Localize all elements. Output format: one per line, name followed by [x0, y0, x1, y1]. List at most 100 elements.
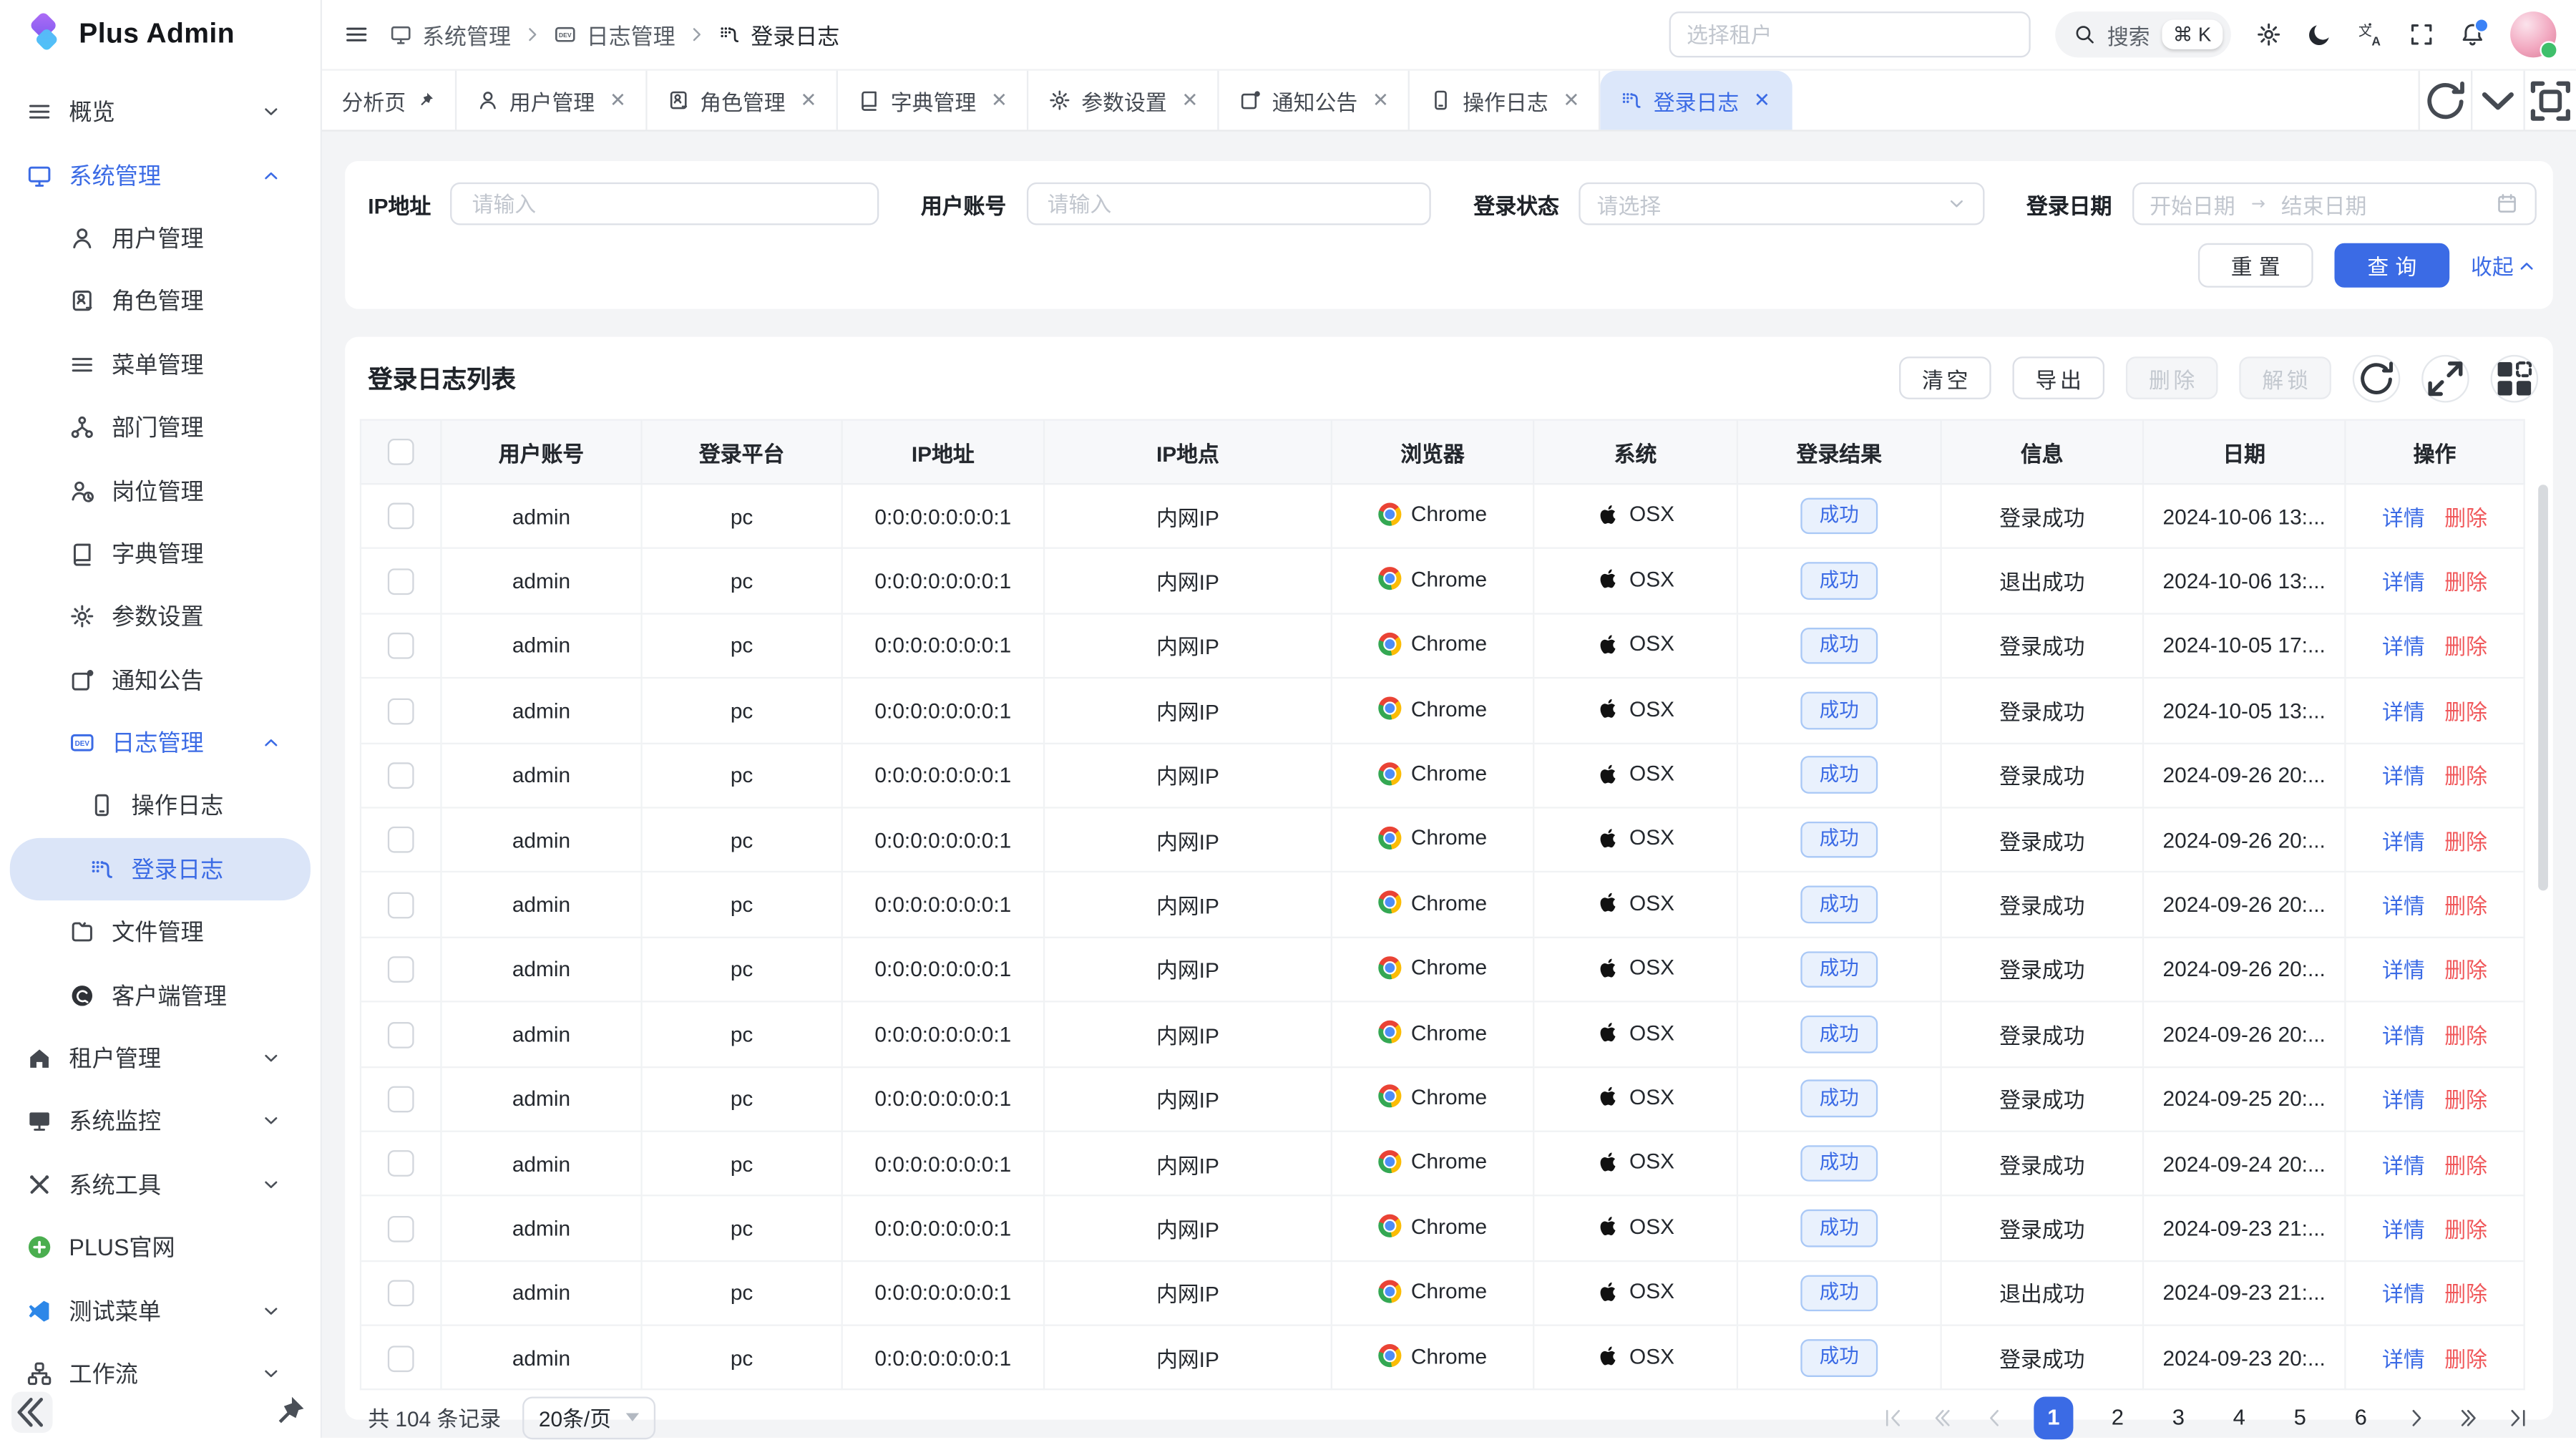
row-checkbox[interactable]	[388, 827, 414, 854]
breadcrumb-item-log[interactable]: DEV日志管理	[554, 18, 675, 51]
row-checkbox[interactable]	[388, 1086, 414, 1113]
page-6[interactable]: 6	[2344, 1406, 2377, 1430]
row-checkbox[interactable]	[388, 957, 414, 983]
row-checkbox[interactable]	[388, 1021, 414, 1048]
page-3[interactable]: 3	[2162, 1406, 2195, 1430]
detail-link[interactable]: 详情	[2382, 1023, 2425, 1048]
page-1[interactable]: 1	[2034, 1396, 2073, 1439]
select-all-checkbox[interactable]	[388, 439, 414, 466]
dark-mode-moon-icon[interactable]	[2306, 21, 2333, 48]
detail-link[interactable]: 详情	[2382, 1088, 2425, 1112]
close-icon[interactable]: ✕	[800, 89, 816, 112]
prev-5-pages-icon[interactable]	[1932, 1406, 1955, 1429]
page-4[interactable]: 4	[2223, 1406, 2255, 1430]
sidebar-item-log[interactable]: DEV日志管理	[10, 711, 311, 774]
sidebar-item-post[interactable]: 岗位管理	[10, 459, 311, 522]
row-checkbox[interactable]	[388, 633, 414, 659]
status-select[interactable]: 请选择	[1579, 183, 1984, 225]
sidebar-item-system[interactable]: 系统管理	[10, 144, 311, 207]
detail-link[interactable]: 详情	[2382, 570, 2425, 595]
tab-more-chevron-icon[interactable]	[2471, 71, 2523, 130]
ip-input[interactable]	[469, 190, 860, 218]
sidebar-item-param[interactable]: 参数设置	[10, 585, 311, 648]
sidebar-item-monitor[interactable]: 系统监控	[10, 1090, 311, 1153]
tab-user[interactable]: 用户管理✕	[457, 71, 648, 130]
account-input[interactable]	[1044, 190, 1413, 218]
global-search[interactable]: 搜索 ⌘ K	[2054, 11, 2230, 57]
export-button[interactable]: 导出	[2012, 356, 2104, 399]
fullscreen-icon[interactable]	[2409, 21, 2435, 48]
breadcrumb-item-system[interactable]: 系统管理	[389, 18, 511, 51]
tab-notice[interactable]: 通知公告✕	[1219, 71, 1410, 130]
sidebar-item-notice[interactable]: 通知公告	[10, 648, 311, 711]
row-checkbox[interactable]	[388, 892, 414, 918]
date-range-picker[interactable]: 开始日期 结束日期	[2132, 183, 2537, 225]
tab-role[interactable]: 角色管理✕	[648, 71, 839, 130]
avatar[interactable]	[2510, 11, 2556, 57]
delete-link[interactable]: 删除	[2444, 829, 2487, 854]
delete-link[interactable]: 删除	[2444, 700, 2487, 724]
page-2[interactable]: 2	[2101, 1406, 2134, 1430]
delete-link[interactable]: 删除	[2444, 1153, 2487, 1177]
tab-loginlog[interactable]: 登录日志✕	[1601, 71, 1792, 130]
detail-link[interactable]: 详情	[2382, 1217, 2425, 1242]
next-5-pages-icon[interactable]	[2456, 1406, 2479, 1429]
close-icon[interactable]: ✕	[1563, 89, 1579, 112]
sidebar-item-tools[interactable]: 系统工具	[10, 1153, 311, 1216]
row-checkbox[interactable]	[388, 1345, 414, 1371]
delete-link[interactable]: 删除	[2444, 958, 2487, 983]
table-scrollbar[interactable]	[2538, 485, 2548, 890]
close-icon[interactable]: ✕	[1181, 89, 1198, 112]
sidebar-item-tenant[interactable]: 租户管理	[10, 1027, 311, 1090]
close-icon[interactable]: ✕	[1754, 89, 1770, 112]
sidebar-item-dict[interactable]: 字典管理	[10, 522, 311, 585]
sidebar-item-website[interactable]: PLUS官网	[10, 1216, 311, 1279]
detail-link[interactable]: 详情	[2382, 764, 2425, 789]
table-refresh-icon[interactable]	[2353, 354, 2401, 402]
row-checkbox[interactable]	[388, 568, 414, 595]
last-page-icon[interactable]	[2507, 1406, 2530, 1429]
sidebar-item-user[interactable]: 用户管理	[10, 207, 311, 270]
row-checkbox[interactable]	[388, 698, 414, 724]
detail-link[interactable]: 详情	[2382, 1153, 2425, 1177]
detail-link[interactable]: 详情	[2382, 829, 2425, 854]
sidebar-item-dept[interactable]: 部门管理	[10, 396, 311, 459]
detail-link[interactable]: 详情	[2382, 635, 2425, 659]
delete-link[interactable]: 删除	[2444, 1023, 2487, 1048]
close-icon[interactable]: ✕	[610, 89, 626, 112]
tab-fullscreen-icon[interactable]	[2524, 71, 2576, 130]
delete-link[interactable]: 删除	[2444, 1283, 2487, 1307]
close-icon[interactable]: ✕	[991, 89, 1008, 112]
delete-link[interactable]: 删除	[2444, 505, 2487, 530]
delete-link[interactable]: 删除	[2444, 764, 2487, 789]
table-columns-icon[interactable]	[2491, 354, 2539, 402]
notification-bell-icon[interactable]	[2459, 21, 2486, 48]
row-checkbox[interactable]	[388, 762, 414, 789]
detail-link[interactable]: 详情	[2382, 958, 2425, 983]
sidebar-collapse-button[interactable]	[11, 1391, 52, 1431]
query-button[interactable]: 查询	[2334, 243, 2449, 288]
delete-link[interactable]: 删除	[2444, 894, 2487, 918]
sidebar-item-test[interactable]: 测试菜单	[10, 1279, 311, 1342]
detail-link[interactable]: 详情	[2382, 894, 2425, 918]
sidebar-item-menu[interactable]: 菜单管理	[10, 333, 311, 396]
settings-gear-icon[interactable]	[2255, 21, 2282, 48]
row-checkbox[interactable]	[388, 1280, 414, 1307]
sidebar-item-overview[interactable]: 概览	[10, 80, 311, 143]
tenant-select-input[interactable]	[1669, 11, 2030, 57]
tab-param[interactable]: 参数设置✕	[1029, 71, 1220, 130]
tab-oplog[interactable]: 操作日志✕	[1410, 71, 1601, 130]
prev-page-icon[interactable]	[1983, 1406, 2006, 1429]
row-checkbox[interactable]	[388, 1151, 414, 1177]
detail-link[interactable]: 详情	[2382, 505, 2425, 530]
detail-link[interactable]: 详情	[2382, 1283, 2425, 1307]
unlock-button[interactable]: 解锁	[2239, 356, 2331, 399]
collapse-filters-link[interactable]: 收起	[2471, 250, 2537, 281]
sidebar-item-file[interactable]: 文件管理	[10, 900, 311, 963]
sidebar-item-role[interactable]: 角色管理	[10, 270, 311, 333]
sidebar-item-client[interactable]: 客户端管理	[10, 963, 311, 1026]
reset-button[interactable]: 重置	[2198, 243, 2313, 288]
detail-link[interactable]: 详情	[2382, 1347, 2425, 1371]
sidebar-item-oplog[interactable]: 操作日志	[10, 774, 311, 837]
sidebar-pin-button[interactable]	[268, 1391, 308, 1431]
